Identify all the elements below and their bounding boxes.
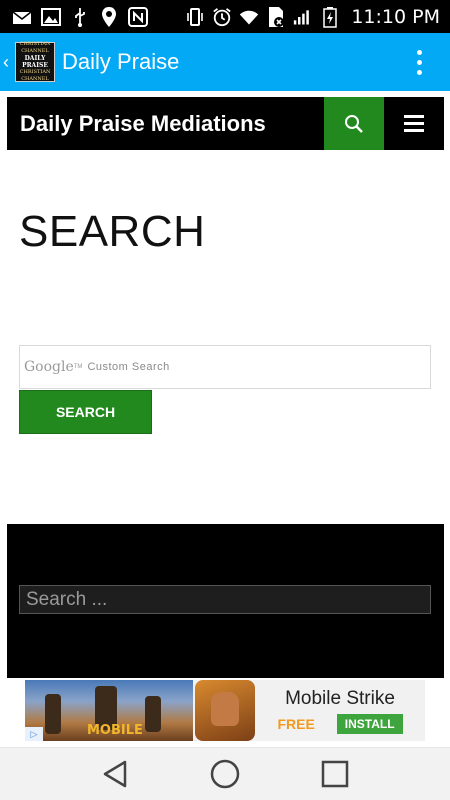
app-title: Daily Praise [62, 49, 180, 74]
adchoices-icon[interactable]: ▷ [25, 727, 43, 741]
app-logo-line1: CHRISTIAN CHANNEL [19, 41, 51, 54]
footer-widget-area: Search ... [7, 524, 444, 678]
nav-recents-button[interactable] [315, 754, 355, 794]
wifi-icon [239, 7, 259, 27]
footer-search-input[interactable]: Search ... [19, 585, 431, 614]
search-placeholder: Custom Search [87, 361, 170, 373]
image-icon [41, 7, 61, 27]
ad-banner[interactable]: MOBILE ▷ Mobile Strike FREE INSTALL [25, 680, 425, 741]
alarm-icon [212, 7, 232, 27]
back-icon [103, 760, 127, 788]
app-logo-line2: DAILY PRAISE [22, 55, 48, 69]
overflow-dot-icon [417, 59, 422, 65]
ad-price: FREE [277, 715, 315, 732]
ad-cta-row: FREE INSTALL [277, 713, 403, 734]
google-logo-text: Google [24, 359, 74, 375]
nav-back-button[interactable] [95, 754, 135, 794]
nav-home-button[interactable] [205, 754, 245, 794]
nfc-icon [128, 6, 148, 27]
recents-icon [321, 760, 349, 788]
location-icon [99, 6, 119, 27]
overflow-menu-button[interactable] [417, 49, 422, 75]
email-icon [12, 7, 32, 27]
signal-icon [293, 7, 313, 27]
vibrate-icon [185, 7, 205, 27]
hamburger-bar [404, 115, 424, 118]
search-icon [345, 114, 363, 133]
sim-icon [266, 6, 286, 27]
ad-scene-image: MOBILE ▷ [25, 680, 193, 741]
google-tm: TM [73, 364, 83, 370]
site-header: Daily Praise Mediations [7, 97, 444, 150]
hamburger-bar [404, 129, 424, 132]
google-custom-search-input[interactable]: Google TM Custom Search [19, 345, 431, 389]
app-back-chevron-icon[interactable]: ‹ [3, 52, 15, 73]
ad-soldier-figure [145, 696, 161, 732]
ad-text: Mobile Strike FREE INSTALL [255, 688, 425, 734]
hamburger-menu-button[interactable] [384, 97, 444, 150]
app-logo-line3: CHRISTIAN CHANNEL [19, 69, 51, 82]
system-nav-bar [0, 747, 450, 800]
site-search-button[interactable] [324, 97, 384, 150]
app-logo: CHRISTIAN CHANNEL DAILY PRAISE CHRISTIAN… [15, 41, 55, 82]
usb-icon [70, 7, 90, 27]
status-bar: 11:10 PM [0, 0, 450, 33]
ad-soldier-figure [45, 694, 61, 734]
ad-scene-label: MOBILE [87, 723, 143, 738]
ad-app-icon [195, 680, 255, 741]
ad-install-button[interactable]: INSTALL [336, 713, 403, 734]
site-title[interactable]: Daily Praise Mediations [20, 111, 324, 137]
page-title: SEARCH [19, 207, 206, 256]
app-bar: ‹ CHRISTIAN CHANNEL DAILY PRAISE CHRISTI… [0, 33, 450, 91]
ad-app-name: Mobile Strike [285, 687, 395, 709]
status-time: 11:10 PM [351, 5, 440, 28]
overflow-dot-icon [417, 69, 422, 75]
overflow-dot-icon [417, 49, 422, 55]
home-icon [210, 759, 240, 789]
hamburger-bar [404, 122, 424, 125]
search-button[interactable]: SEARCH [19, 390, 152, 434]
battery-charging-icon [320, 6, 340, 28]
